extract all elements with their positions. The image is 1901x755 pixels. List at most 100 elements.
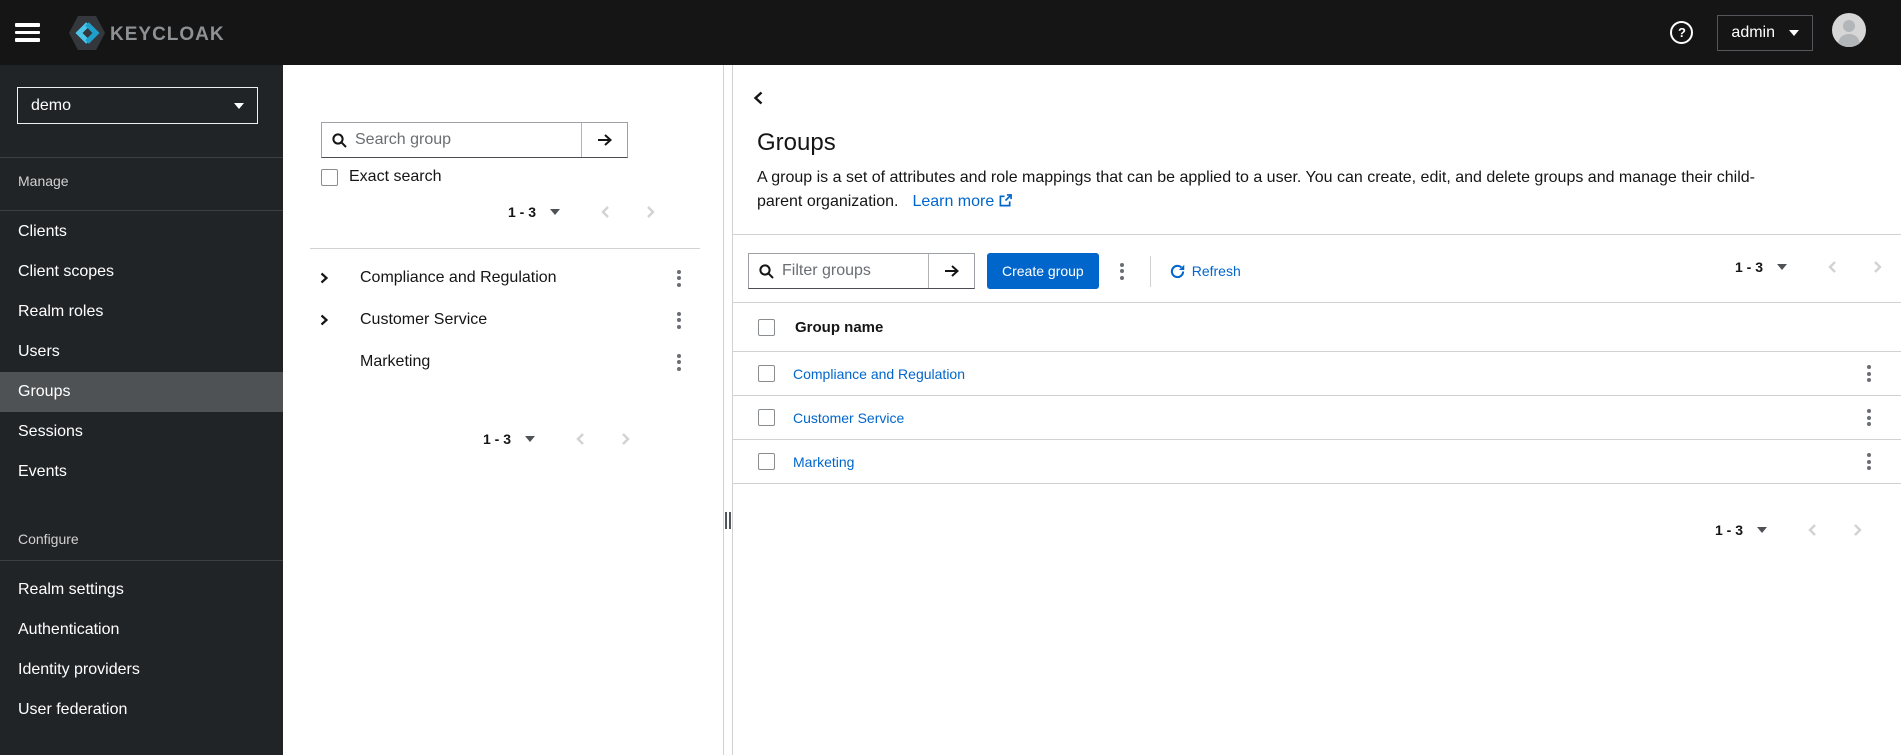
groups-toolbar: Create group Refresh — [748, 253, 1241, 289]
select-all-checkbox[interactable] — [758, 318, 775, 336]
description-text: A group is a set of attributes and role … — [757, 169, 1755, 210]
tree-item-customer-service[interactable]: Customer Service — [283, 299, 723, 341]
tree-item-marketing[interactable]: Marketing — [283, 341, 723, 383]
collapse-panel-button[interactable] — [750, 88, 767, 111]
tree-item-label: Compliance and Regulation — [360, 269, 557, 286]
next-page-button[interactable] — [643, 203, 658, 221]
user-menu-dropdown[interactable]: admin — [1717, 14, 1813, 51]
page-title: Groups — [757, 129, 836, 156]
filter-submit-button[interactable] — [928, 254, 974, 288]
previous-page-button[interactable] — [573, 430, 588, 448]
row-kebab-menu-icon[interactable] — [1863, 361, 1875, 386]
arrow-right-icon — [597, 134, 612, 146]
nav-section-title-configure: Configure — [18, 531, 79, 547]
group-tree: Compliance and Regulation Customer Servi… — [283, 257, 723, 383]
sidebar-item-identity-providers[interactable]: Identity providers — [0, 650, 283, 690]
panel-resize-splitter[interactable] — [723, 65, 733, 755]
group-link[interactable]: Marketing — [793, 454, 854, 470]
toolbar-kebab-menu-icon[interactable] — [1116, 259, 1128, 284]
username: admin — [1731, 23, 1775, 41]
svg-text:KEYCLOAK: KEYCLOAK — [110, 24, 225, 45]
pagination-options-caret-icon[interactable] — [1777, 264, 1787, 270]
chevron-left-icon — [1808, 524, 1816, 536]
row-checkbox[interactable] — [758, 453, 775, 470]
row-checkbox[interactable] — [758, 365, 775, 382]
kebab-menu-icon[interactable] — [673, 350, 685, 375]
expand-chevron-icon[interactable] — [319, 313, 339, 327]
sidebar: demo Manage Clients Client scopes Realm … — [0, 65, 283, 755]
group-link[interactable]: Compliance and Regulation — [793, 366, 965, 382]
groups-table: Group name Compliance and Regulation Cus… — [733, 302, 1901, 484]
next-page-button[interactable] — [1870, 258, 1885, 276]
chevron-right-icon — [1874, 261, 1882, 273]
sidebar-item-sessions[interactable]: Sessions — [0, 412, 283, 452]
keycloak-wordmark: KEYCLOAK — [110, 24, 225, 45]
exact-search-checkbox[interactable] — [321, 168, 338, 186]
chevron-left-icon — [1828, 261, 1836, 273]
kebab-menu-icon[interactable] — [673, 266, 685, 291]
sidebar-item-client-scopes[interactable]: Client scopes — [0, 252, 283, 292]
realm-selector[interactable]: demo — [17, 87, 258, 124]
tree-item-compliance-and-regulation[interactable]: Compliance and Regulation — [283, 257, 723, 299]
realm-name: demo — [31, 96, 72, 114]
next-page-button[interactable] — [1850, 521, 1865, 539]
group-search-group — [321, 122, 628, 158]
chevron-left-icon — [601, 206, 609, 218]
table-header-row: Group name — [733, 302, 1901, 352]
create-group-button[interactable]: Create group — [987, 253, 1099, 289]
previous-page-button[interactable] — [1825, 258, 1840, 276]
pagination-options-caret-icon[interactable] — [525, 436, 536, 442]
pagination-range: 1 - 3 — [483, 431, 512, 447]
pagination-options-caret-icon[interactable] — [1757, 527, 1767, 533]
search-submit-button[interactable] — [581, 123, 627, 157]
chevron-left-icon — [753, 91, 763, 105]
search-icon — [322, 123, 347, 157]
table-pagination-top: 1 - 3 — [1735, 258, 1885, 276]
row-kebab-menu-icon[interactable] — [1863, 405, 1875, 430]
tree-item-label: Customer Service — [360, 311, 488, 328]
sidebar-item-groups[interactable]: Groups — [0, 372, 283, 412]
table-row: Marketing — [733, 440, 1901, 484]
sidebar-item-users[interactable]: Users — [0, 332, 283, 372]
table-row: Customer Service — [733, 396, 1901, 440]
learn-more-link[interactable]: Learn more — [912, 193, 1013, 210]
sidebar-item-events[interactable]: Events — [0, 452, 283, 492]
groups-main-panel: Groups A group is a set of attributes an… — [733, 65, 1901, 755]
kebab-menu-icon[interactable] — [673, 308, 685, 333]
hamburger-menu-icon[interactable] — [15, 23, 40, 42]
exact-search-control: Exact search — [321, 168, 441, 186]
tree-pagination-bottom: 1 - 3 — [483, 430, 633, 448]
external-link-icon — [999, 194, 1013, 207]
masthead: KEYCLOAK ? admin — [0, 0, 1901, 65]
sidebar-item-authentication[interactable]: Authentication — [0, 610, 283, 650]
exact-search-label: Exact search — [349, 168, 442, 185]
pagination-range: 1 - 3 — [1734, 259, 1763, 275]
sidebar-item-user-federation[interactable]: User federation — [0, 690, 283, 730]
chevron-right-icon — [622, 433, 630, 445]
help-icon[interactable]: ? — [1670, 21, 1694, 44]
refresh-button[interactable]: Refresh — [1170, 263, 1241, 279]
pagination-options-caret-icon[interactable] — [550, 209, 561, 215]
table-row: Compliance and Regulation — [733, 352, 1901, 396]
search-group-input[interactable] — [347, 123, 581, 157]
sidebar-item-realm-roles[interactable]: Realm roles — [0, 292, 283, 332]
group-link[interactable]: Customer Service — [793, 410, 904, 426]
expand-chevron-icon[interactable] — [319, 271, 339, 285]
sidebar-item-clients[interactable]: Clients — [0, 212, 283, 252]
chevron-left-icon — [576, 433, 584, 445]
divider — [1149, 255, 1151, 287]
previous-page-button[interactable] — [598, 203, 613, 221]
divider — [0, 157, 283, 158]
sidebar-item-realm-settings[interactable]: Realm settings — [0, 570, 283, 610]
pagination-range: 1 - 3 — [508, 204, 537, 220]
learn-more-label: Learn more — [912, 193, 995, 210]
row-kebab-menu-icon[interactable] — [1863, 449, 1875, 474]
next-page-button[interactable] — [618, 430, 633, 448]
avatar[interactable] — [1832, 13, 1866, 52]
divider — [733, 234, 1901, 235]
filter-groups-input[interactable] — [774, 254, 928, 288]
refresh-icon — [1170, 264, 1184, 278]
chevron-right-icon — [647, 206, 655, 218]
row-checkbox[interactable] — [758, 409, 775, 426]
previous-page-button[interactable] — [1805, 521, 1820, 539]
